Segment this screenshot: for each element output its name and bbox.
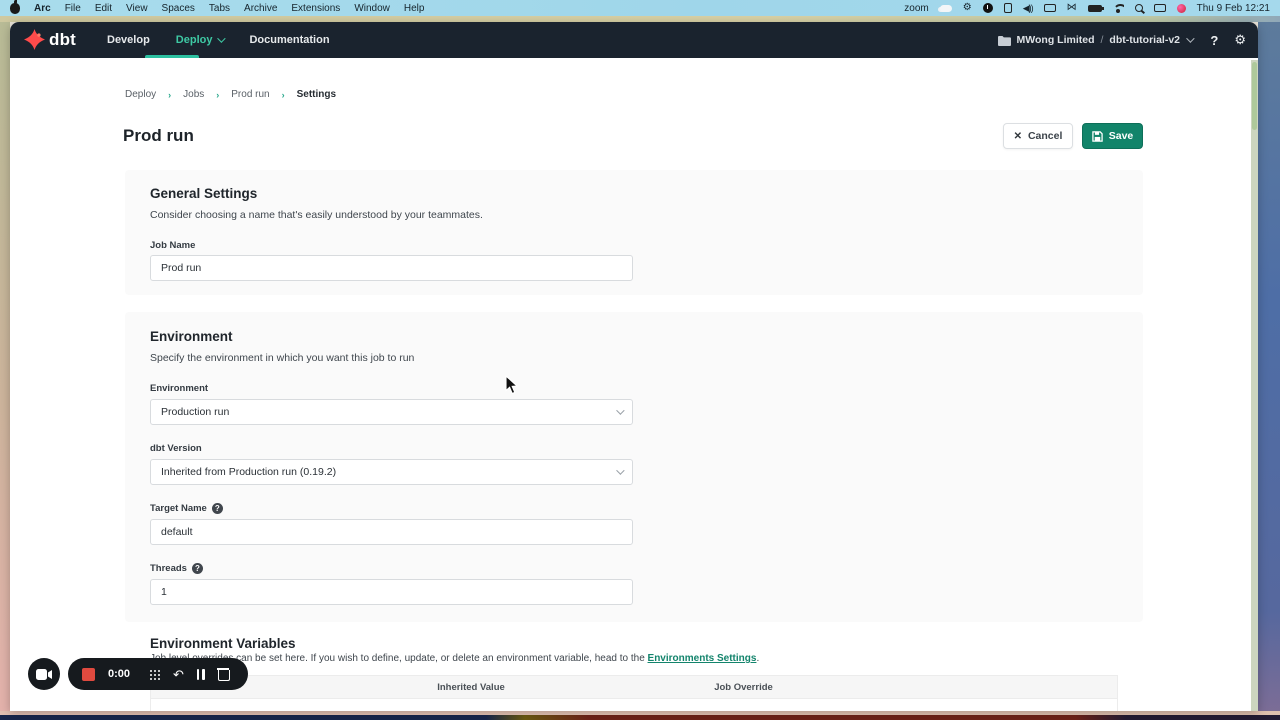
cloud-icon[interactable]	[940, 5, 952, 12]
recorder-camera-button[interactable]	[28, 658, 60, 690]
menu-spaces[interactable]: Spaces	[162, 3, 195, 14]
env-vars-table-header: Inherited Value Job Override	[150, 675, 1118, 699]
environment-description: Specify the environment in which you wan…	[150, 352, 414, 364]
breadcrumb-separator-icon: ›	[282, 90, 285, 100]
env-vars-table-row	[150, 699, 1118, 711]
help-icon[interactable]: ?	[1210, 33, 1218, 48]
dbt-app-header: dbt Develop Deploy Documentation MWong L…	[10, 22, 1258, 58]
clock-icon[interactable]	[983, 3, 993, 13]
battery-icon[interactable]	[1088, 5, 1102, 12]
project-name: dbt-tutorial-v2	[1109, 34, 1180, 46]
breadcrumb-prod-run[interactable]: Prod run	[231, 89, 269, 100]
stop-record-icon[interactable]	[82, 668, 95, 681]
menu-extensions[interactable]: Extensions	[291, 3, 340, 14]
wallpaper-right	[1258, 22, 1280, 715]
dbt-logo-text: dbt	[49, 30, 76, 50]
menu-zoom-app[interactable]: zoom	[904, 3, 928, 14]
close-x-icon: ✕	[1014, 131, 1022, 142]
device-icon[interactable]	[1004, 3, 1012, 13]
window-icon[interactable]	[1044, 4, 1056, 12]
account-project-switcher[interactable]: MWong Limited / dbt-tutorial-v2	[998, 22, 1192, 58]
folder-icon	[998, 35, 1011, 46]
help-tooltip-icon[interactable]: ?	[192, 563, 203, 574]
save-button[interactable]: Save	[1082, 123, 1143, 149]
recorder-toolbar: 0:00 ↶	[68, 658, 248, 690]
wallpaper-bottom-dark	[0, 715, 1280, 720]
breadcrumb-separator-icon: ›	[216, 90, 219, 100]
help-tooltip-icon[interactable]: ?	[212, 503, 223, 514]
menu-view[interactable]: View	[126, 3, 148, 14]
dbt-version-label: dbt Version	[150, 443, 202, 454]
account-separator: /	[1101, 34, 1104, 46]
target-name-label: Target Name ?	[150, 503, 223, 514]
breadcrumb-jobs[interactable]: Jobs	[183, 89, 204, 100]
menu-help[interactable]: Help	[404, 3, 425, 14]
org-name: MWong Limited	[1017, 34, 1095, 46]
gear-icon[interactable]: ⚙	[963, 3, 972, 13]
wallpaper-left	[0, 22, 10, 715]
environment-select[interactable]: Production run	[150, 399, 633, 425]
dbt-logo-icon	[24, 29, 45, 50]
apple-menu-icon[interactable]	[10, 3, 20, 14]
dbt-logo[interactable]: dbt	[24, 29, 76, 50]
chevron-down-icon	[616, 406, 624, 414]
environment-variables-title: Environment Variables	[150, 636, 296, 651]
target-name-input[interactable]	[150, 519, 633, 545]
save-disk-icon	[1092, 131, 1103, 142]
mouse-cursor	[505, 375, 519, 400]
settings-gear-icon[interactable]: ⚙	[1234, 32, 1246, 48]
general-settings-card: General Settings Consider choosing a nam…	[125, 170, 1143, 295]
pause-icon[interactable]	[197, 669, 205, 680]
chevron-down-icon	[218, 34, 226, 42]
menu-archive[interactable]: Archive	[244, 3, 277, 14]
threads-input[interactable]	[150, 579, 633, 605]
volume-icon[interactable]: ◀))	[1023, 3, 1033, 14]
nav-deploy[interactable]: Deploy	[176, 34, 224, 46]
scrollbar-thumb[interactable]	[1252, 62, 1257, 130]
page-title: Prod run	[123, 126, 194, 146]
breadcrumb-deploy[interactable]: Deploy	[125, 89, 156, 100]
environments-settings-link[interactable]: Environments Settings	[648, 653, 757, 664]
search-icon[interactable]	[1135, 4, 1143, 12]
trash-icon[interactable]	[218, 668, 229, 680]
macos-menu-bar: Arc File Edit View Spaces Tabs Archive E…	[0, 0, 1280, 16]
cancel-button[interactable]: ✕ Cancel	[1003, 123, 1073, 149]
general-settings-title: General Settings	[150, 186, 257, 201]
record-dot-icon[interactable]	[1177, 4, 1186, 13]
job-name-input[interactable]	[150, 255, 633, 281]
job-name-label: Job Name	[150, 240, 195, 251]
active-tab-underline	[145, 55, 199, 58]
menu-clock[interactable]: Thu 9 Feb 12:21	[1197, 3, 1270, 14]
bluetooth-icon[interactable]: ⋈	[1067, 3, 1077, 13]
chevron-down-icon	[1186, 34, 1194, 42]
nav-documentation[interactable]: Documentation	[249, 34, 329, 46]
menu-tabs[interactable]: Tabs	[209, 3, 230, 14]
breadcrumb-separator-icon: ›	[168, 90, 171, 100]
general-settings-description: Consider choosing a name that's easily u…	[150, 209, 483, 221]
breadcrumb-settings[interactable]: Settings	[297, 89, 336, 100]
menu-file[interactable]: File	[65, 3, 81, 14]
pixelate-icon[interactable]	[149, 669, 160, 680]
environment-title: Environment	[150, 329, 233, 344]
chevron-down-icon	[616, 466, 624, 474]
primary-nav: Develop Deploy Documentation	[107, 22, 330, 58]
dbt-version-select[interactable]: Inherited from Production run (0.19.2)	[150, 459, 633, 485]
nav-develop[interactable]: Develop	[107, 34, 150, 46]
scrollbar-track[interactable]	[1251, 60, 1258, 711]
wifi-icon[interactable]	[1113, 4, 1124, 13]
threads-label: Threads ?	[150, 563, 203, 574]
environment-card: Environment Specify the environment in w…	[125, 312, 1143, 622]
recorder-time: 0:00	[108, 668, 130, 680]
menu-edit[interactable]: Edit	[95, 3, 112, 14]
menu-window[interactable]: Window	[354, 3, 390, 14]
breadcrumb: Deploy › Jobs › Prod run › Settings	[125, 89, 336, 100]
video-camera-icon	[36, 669, 52, 680]
env-vars-col-inherited: Inherited Value	[321, 682, 621, 693]
environment-select-label: Environment	[150, 383, 208, 394]
header-icons: ? ⚙	[1210, 22, 1246, 58]
env-vars-col-override: Job Override	[621, 682, 866, 693]
undo-icon[interactable]: ↶	[173, 668, 184, 681]
menu-app-name[interactable]: Arc	[34, 3, 51, 14]
display-icon[interactable]	[1154, 4, 1166, 12]
